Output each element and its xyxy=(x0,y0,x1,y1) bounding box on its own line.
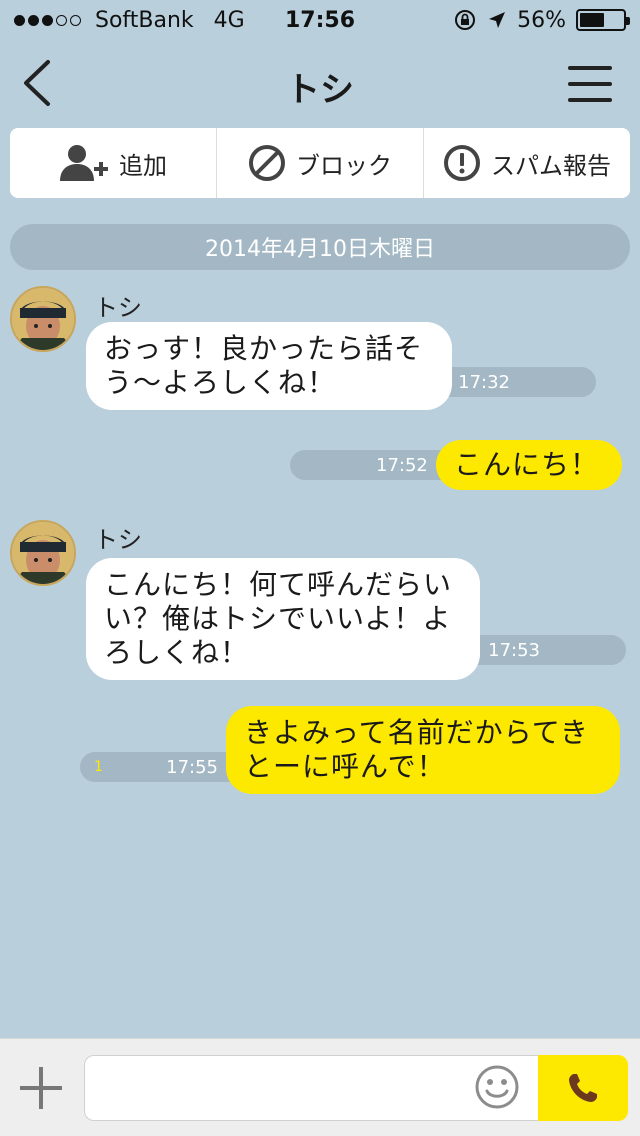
avatar-photo xyxy=(12,522,74,584)
sender-name: トシ xyxy=(94,526,142,554)
message-input[interactable] xyxy=(84,1055,540,1121)
location-arrow-icon xyxy=(489,12,506,28)
message-line: ろしくね！ xyxy=(104,636,250,669)
block-button[interactable]: ブロック xyxy=(216,128,423,198)
avatar[interactable] xyxy=(10,286,76,352)
message-bubble-outgoing[interactable]: きよみって名前だからてき とーに呼んで！ xyxy=(226,706,620,794)
block-label: ブロック xyxy=(296,151,392,180)
message-time: 1 17:55 xyxy=(80,752,250,782)
battery-percent: 56% xyxy=(517,7,566,33)
chevron-left-icon xyxy=(24,60,50,106)
spam-report-button[interactable]: スパム報告 xyxy=(423,128,630,198)
add-friend-label: 追加 xyxy=(119,151,167,180)
orientation-lock-icon xyxy=(455,10,476,30)
signal-strength-icon xyxy=(14,14,81,26)
sender-name: トシ xyxy=(94,294,142,322)
avatar-photo xyxy=(12,288,74,350)
message-line: こんにち！ xyxy=(454,448,600,481)
avatar[interactable] xyxy=(10,520,76,586)
phone-icon xyxy=(569,1074,597,1102)
message-time-text: 17:52 xyxy=(376,454,428,476)
read-count: 1 xyxy=(94,759,103,775)
message-line: い？俺はトシでいいよ！よ xyxy=(104,602,452,635)
message-bubble-incoming[interactable]: こんにち！何て呼んだらい い？俺はトシでいいよ！よ ろしくね！ xyxy=(86,558,480,680)
message-time-text: 17:32 xyxy=(458,371,510,393)
status-bar-left: SoftBank 4G xyxy=(14,8,245,33)
exclamation-circle-icon xyxy=(444,145,480,181)
add-person-icon xyxy=(60,145,108,181)
network-type: 4G xyxy=(213,7,245,33)
call-button[interactable] xyxy=(538,1055,628,1121)
message-line: こんにち！何て呼んだらい xyxy=(104,568,453,601)
message-line: う〜よろしくね！ xyxy=(104,366,337,399)
message-input-bar xyxy=(0,1038,640,1136)
smiley-icon xyxy=(475,1065,519,1109)
plus-icon[interactable] xyxy=(20,1067,62,1109)
carrier-name: SoftBank xyxy=(95,7,194,33)
message-bubble-outgoing[interactable]: こんにち！ xyxy=(436,440,622,490)
menu-button[interactable] xyxy=(568,64,612,104)
back-button[interactable] xyxy=(18,58,58,108)
message-line: おっす！良かったら話そ xyxy=(104,332,424,365)
add-friend-button[interactable]: 追加 xyxy=(10,128,216,198)
message-bubble-incoming[interactable]: おっす！良かったら話そ う〜よろしくね！ xyxy=(86,322,452,410)
block-icon xyxy=(249,145,285,181)
status-bar: SoftBank 4G 17:56 56% xyxy=(0,0,640,40)
status-bar-right: 56% xyxy=(453,7,630,33)
message-time-text: 17:55 xyxy=(166,756,218,778)
hamburger-icon xyxy=(568,66,612,70)
spam-report-label: スパム報告 xyxy=(491,151,611,180)
battery-icon xyxy=(576,9,630,31)
friend-action-bar: 追加 ブロック スパム報告 xyxy=(10,128,630,198)
message-line: とーに呼んで！ xyxy=(244,750,446,783)
message-time-text: 17:53 xyxy=(488,639,540,661)
message-line: きよみって名前だからてき xyxy=(244,716,589,749)
nav-bar: トシ xyxy=(0,40,640,126)
battery-level xyxy=(580,13,604,27)
date-divider: 2014年4月10日木曜日 xyxy=(10,224,630,270)
emoji-button[interactable] xyxy=(474,1064,520,1110)
chat-title: トシ xyxy=(286,70,354,110)
